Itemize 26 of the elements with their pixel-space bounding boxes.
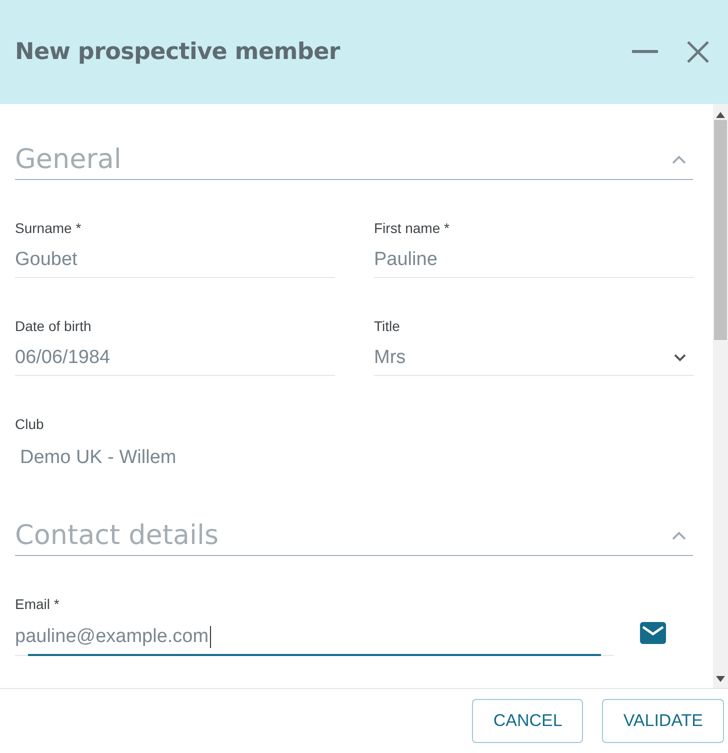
field-label: Title	[374, 318, 401, 334]
dialog-title: New prospective member	[15, 39, 342, 65]
close-icon[interactable]	[686, 40, 710, 64]
field-label: Club	[15, 416, 45, 432]
cancel-button[interactable]: CANCEL	[472, 699, 584, 743]
field-label: Date of birth	[15, 318, 92, 334]
scrollbar[interactable]	[713, 104, 728, 688]
text-field[interactable]: 06/06/1984	[15, 344, 335, 376]
scroll-up-arrow-icon[interactable]	[716, 112, 725, 118]
chevron-up-icon	[671, 530, 687, 540]
title-select[interactable]: Mrs	[374, 344, 694, 376]
section-header[interactable]: Contact details	[15, 520, 693, 556]
field-label: First name *	[374, 220, 450, 236]
text-field[interactable]: Pauline	[374, 246, 694, 278]
text-field[interactable]: pauline@example.com	[15, 624, 614, 656]
validate-button[interactable]: VALIDATE	[602, 699, 724, 743]
field-label: Email *	[15, 596, 60, 612]
section-header[interactable]: General	[15, 144, 693, 180]
text-field[interactable]: Goubet	[15, 246, 335, 278]
minimize-icon[interactable]	[632, 50, 658, 54]
scroll-down-arrow-icon[interactable]	[716, 676, 725, 682]
chevron-up-icon	[671, 154, 687, 164]
club-value: Demo UK - Willem	[19, 446, 178, 470]
mail-icon[interactable]	[640, 622, 666, 644]
field-label: Surname *	[15, 220, 82, 236]
chevron-down-icon	[674, 354, 686, 362]
